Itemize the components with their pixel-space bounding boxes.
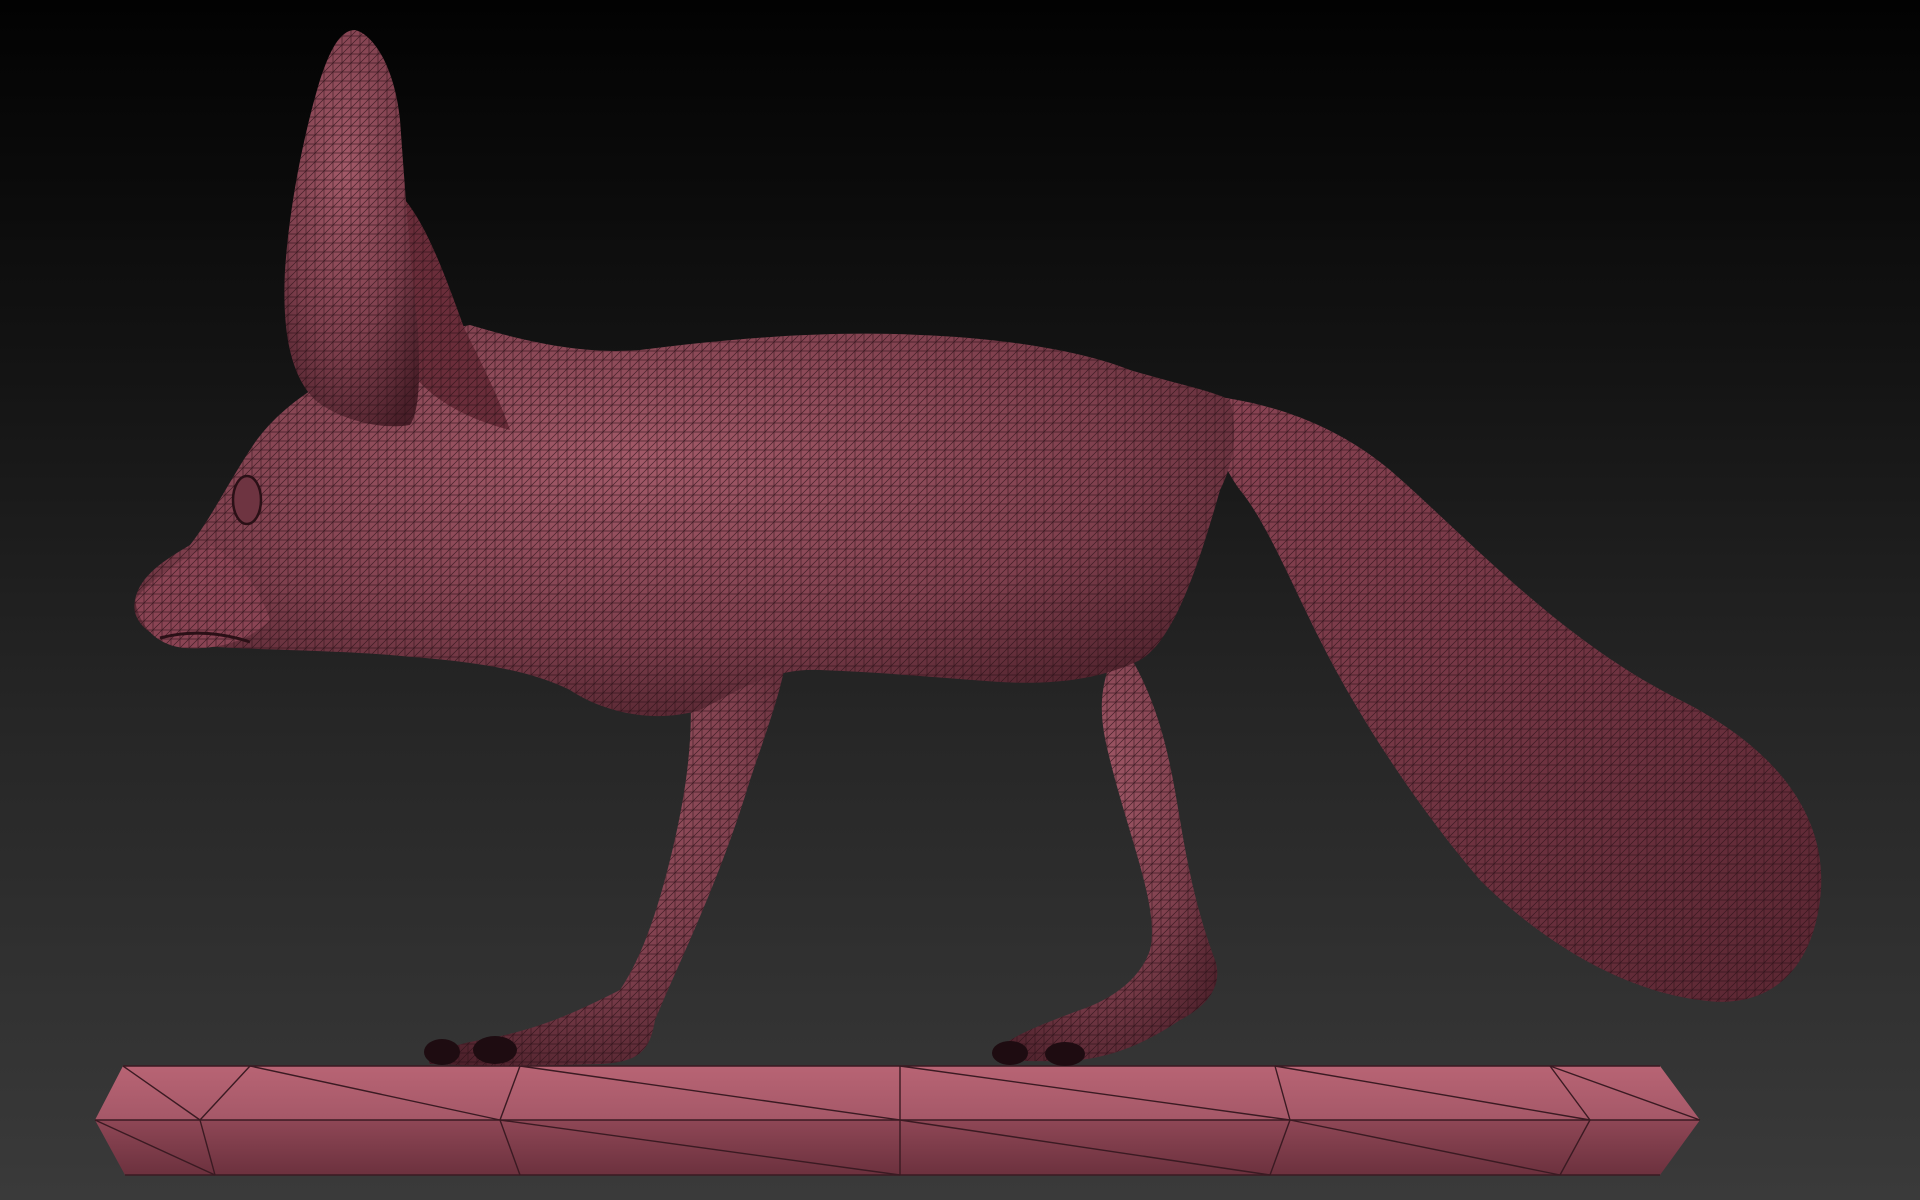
- fox-body: [134, 325, 1235, 717]
- scene-render: [94, 30, 1822, 1176]
- fox-eye: [231, 474, 263, 526]
- 3d-viewport[interactable]: [0, 0, 1920, 1200]
- fox-hind-leg: [992, 640, 1218, 1066]
- pedestal-base: [94, 1065, 1701, 1176]
- fox-ear-front: [284, 30, 420, 427]
- fox-tail: [1200, 395, 1822, 1002]
